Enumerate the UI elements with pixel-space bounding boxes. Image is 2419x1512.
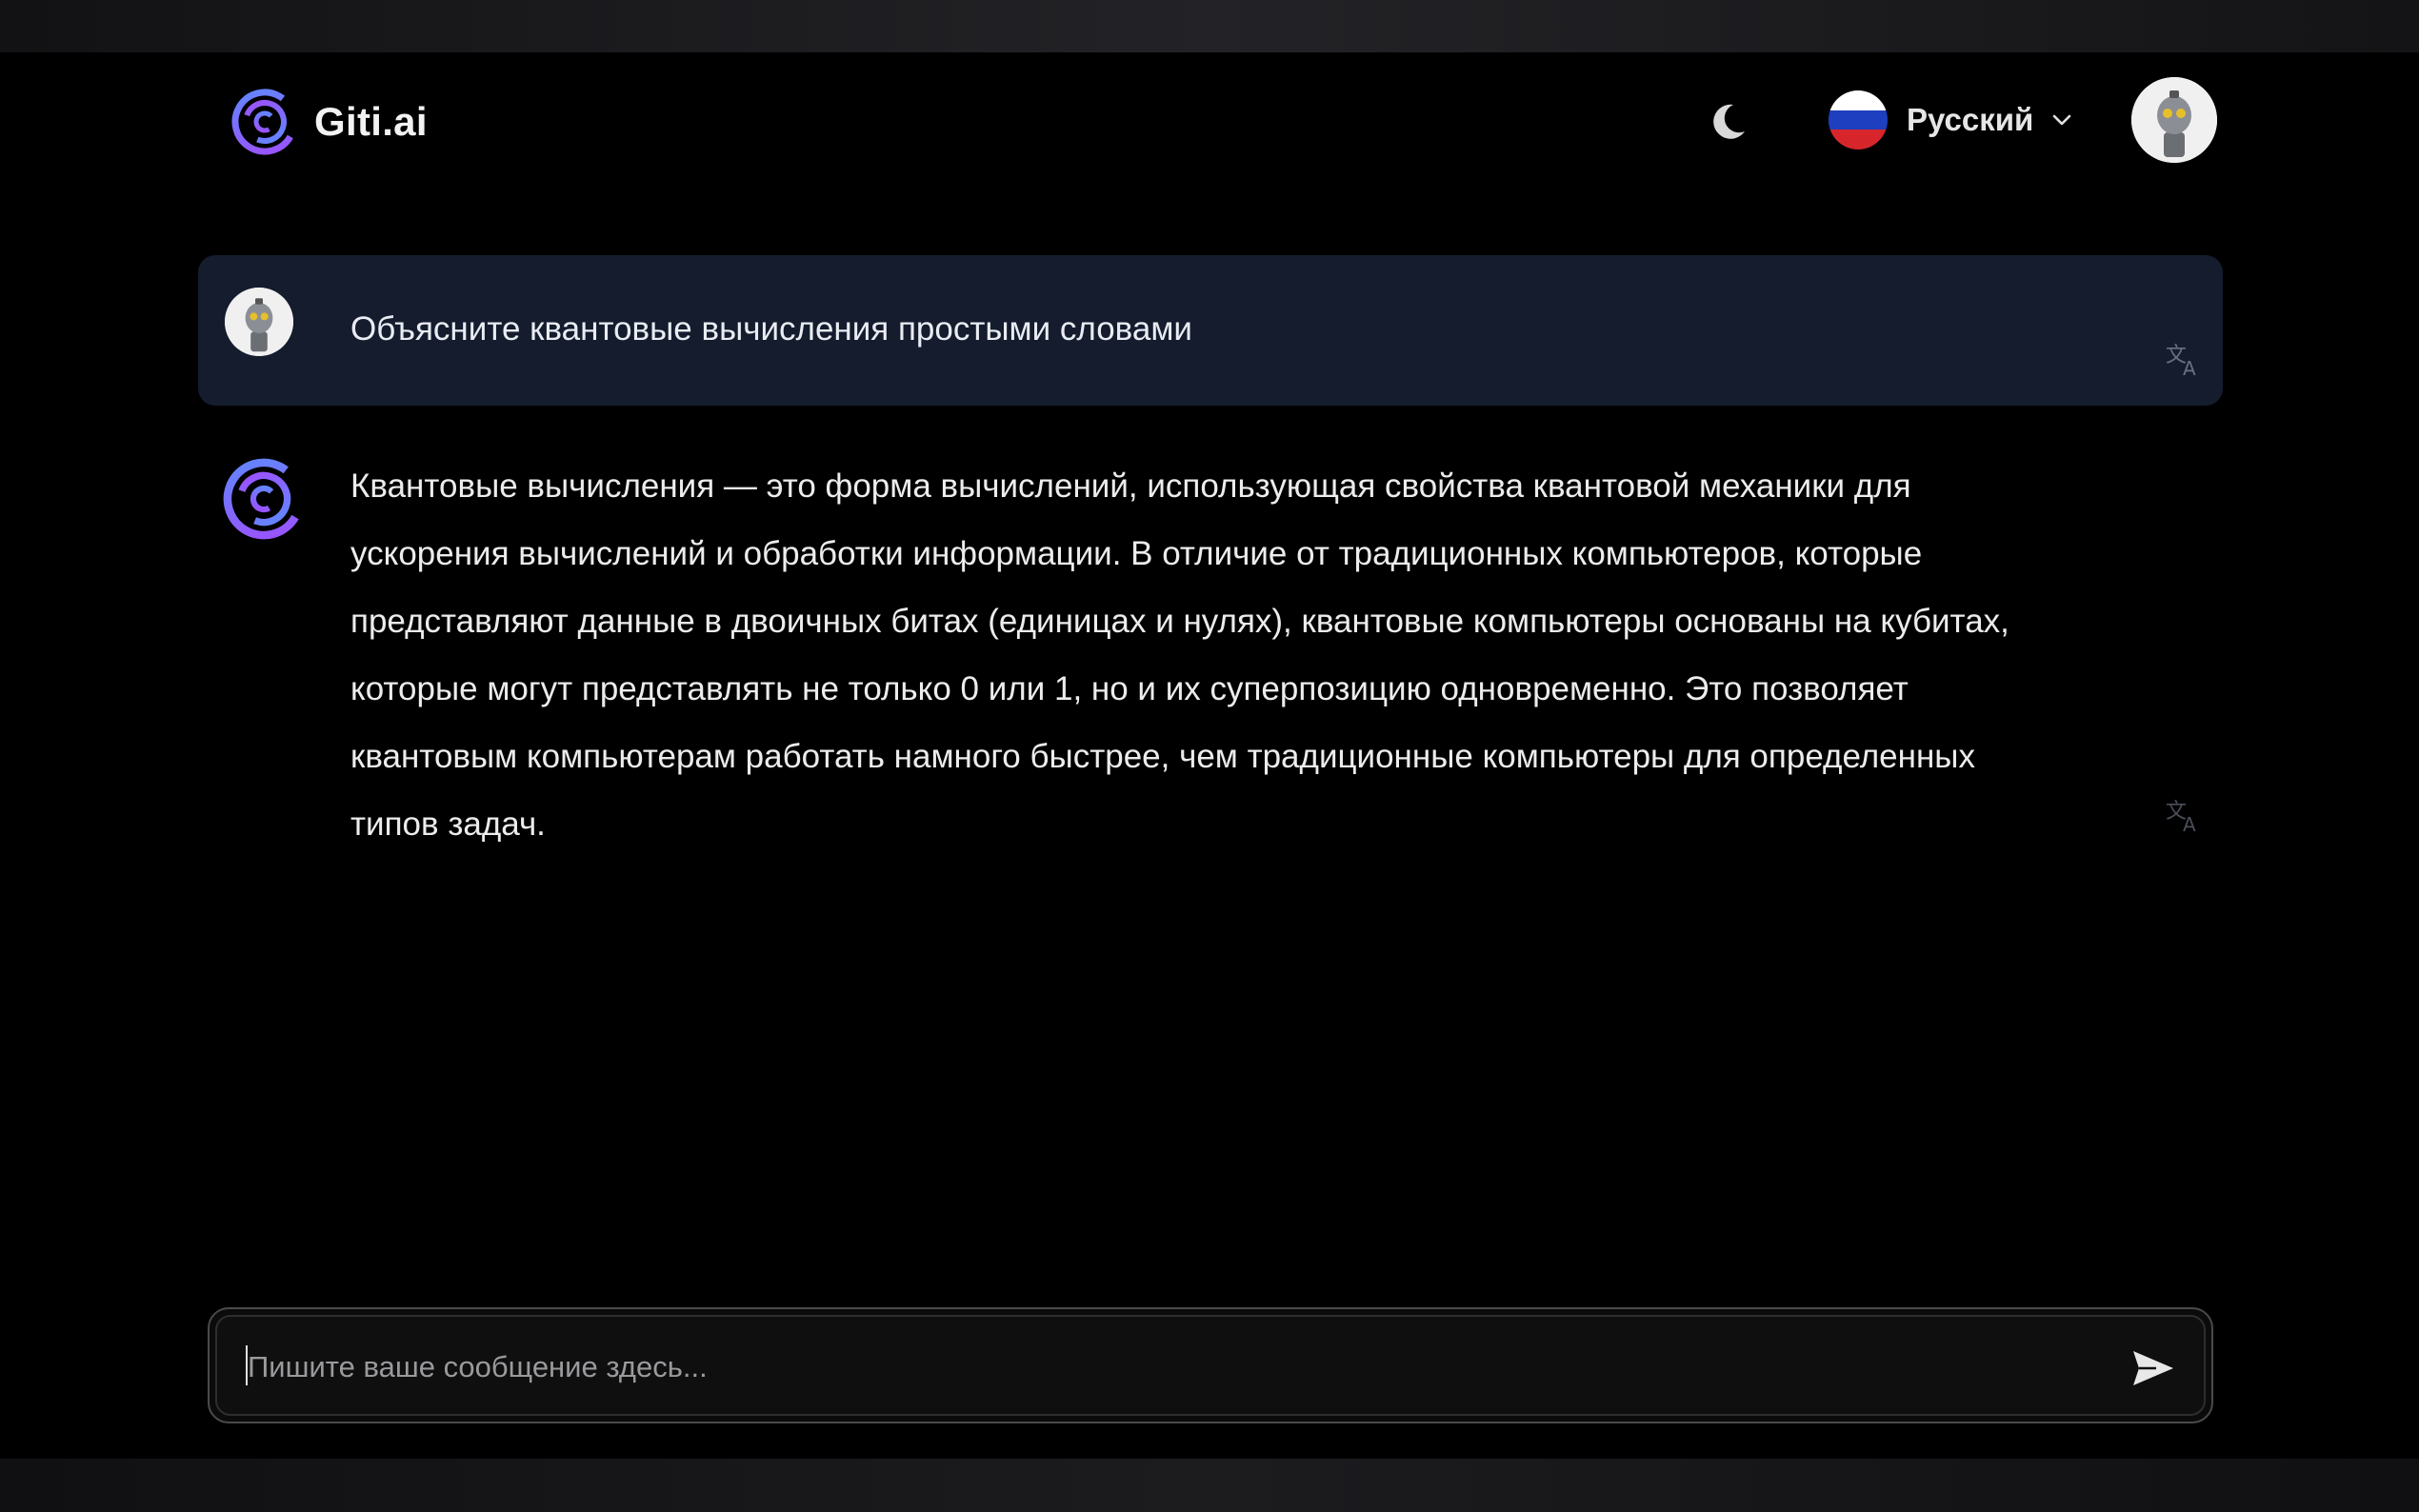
russia-flag-icon — [1829, 90, 1888, 149]
message-line: ускорения вычислений и обработки информа… — [350, 535, 1923, 572]
assistant-message-text: Квантовые вычисления — это форма вычисле… — [350, 452, 2122, 858]
message-line: квантовым компьютерам работать намного б… — [350, 738, 1975, 775]
message-line: Квантовые вычисления — это форма вычисле… — [350, 468, 1911, 505]
app-screen: Giti.ai Русский Объясните квантовые вычи… — [0, 0, 2419, 1512]
robot-avatar-icon — [225, 288, 293, 356]
moon-icon[interactable] — [1705, 99, 1750, 145]
assistant-message: Квантовые вычисления — это форма вычисле… — [198, 443, 2223, 852]
message-line: типов задач. — [350, 806, 546, 843]
language-selector[interactable]: Русский — [1829, 90, 2073, 150]
spiral-logo-icon — [223, 458, 305, 540]
robot-avatar-icon — [2131, 77, 2217, 163]
composer-field-wrapper — [215, 1315, 2206, 1416]
send-icon[interactable] — [2128, 1343, 2177, 1393]
avatar — [225, 288, 293, 356]
svg-text:A: A — [2183, 813, 2196, 835]
window-top-bar — [0, 0, 2419, 52]
app-name: Giti.ai — [314, 99, 428, 144]
user-message: Объясните квантовые вычисления простыми … — [198, 255, 2223, 406]
translate-icon[interactable]: 文 A — [2164, 797, 2202, 835]
chevron-down-icon — [2053, 114, 2071, 126]
message-input[interactable] — [246, 1336, 2059, 1399]
message-line: которые могут представлять не только 0 и… — [350, 670, 1909, 707]
window-bottom-bar — [0, 1459, 2419, 1512]
svg-text:A: A — [2183, 357, 2196, 379]
user-avatar[interactable] — [2131, 77, 2217, 163]
message-composer — [208, 1307, 2213, 1423]
spiral-logo-icon[interactable] — [231, 89, 298, 155]
user-message-text: Объясните квантовые вычисления простыми … — [350, 310, 1192, 348]
translate-icon[interactable]: 文 A — [2164, 341, 2202, 379]
language-label: Русский — [1907, 102, 2034, 137]
message-line: представляют данные в двоичных битах (ед… — [350, 603, 2009, 640]
